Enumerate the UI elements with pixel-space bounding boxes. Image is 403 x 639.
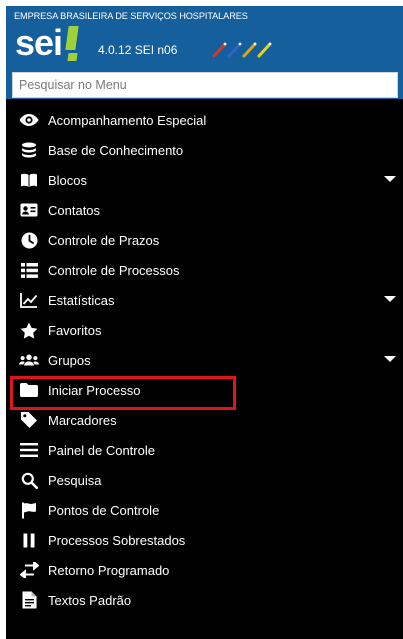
book-icon — [19, 171, 39, 189]
menu-item-label: Processos Sobrestados — [48, 532, 186, 548]
menu-item-label: Painel de Controle — [48, 442, 155, 458]
users-icon — [19, 351, 39, 369]
menu-item-pesquisa[interactable]: Pesquisa — [6, 465, 403, 495]
menu-item-label: Pontos de Controle — [48, 502, 160, 518]
menu-item-estatisticas[interactable]: Estatísticas — [6, 285, 403, 315]
menu-item-controle-de-processos[interactable]: Controle de Processos — [6, 255, 403, 285]
menu-item-favoritos[interactable]: Favoritos — [6, 315, 403, 345]
menu-item-label: Favoritos — [48, 322, 102, 338]
contact-card-icon — [19, 201, 39, 219]
menu-item-label: Base de Conhecimento — [48, 142, 184, 158]
menu-item-acompanhamento-especial[interactable]: Acompanhamento Especial — [6, 105, 403, 135]
menu-item-label: Pesquisa — [48, 472, 102, 488]
menu-item-painel-de-controle[interactable]: Painel de Controle — [6, 435, 403, 465]
menu-item-processos-sobrestados[interactable]: Processos Sobrestados — [6, 525, 403, 555]
folder-icon — [19, 381, 39, 399]
menu-item-marcadores[interactable]: Marcadores — [6, 405, 403, 435]
menu-item-contatos[interactable]: Contatos — [6, 195, 403, 225]
sidebar-panel: EMPRESA BRASILEIRA DE SERVIÇOS HOSPITALA… — [6, 6, 403, 639]
menu-item-label: Iniciar Processo — [48, 382, 141, 398]
menu-item-label: Controle de Prazos — [48, 232, 160, 248]
sidebar-menu: Acompanhamento Especial Base de Conhecim… — [6, 99, 403, 639]
menu-bars-icon — [19, 441, 39, 459]
organization-name: EMPRESA BRASILEIRA DE SERVIÇOS HOSPITALA… — [14, 11, 248, 21]
menu-item-label: Marcadores — [48, 412, 117, 428]
menu-item-label: Estatísticas — [48, 292, 115, 308]
menu-item-grupos[interactable]: Grupos — [6, 345, 403, 375]
menu-item-controle-de-prazos[interactable]: Controle de Prazos — [6, 225, 403, 255]
menu-item-label: Textos Padrão — [48, 592, 132, 608]
menu-item-pontos-de-controle[interactable]: Pontos de Controle — [6, 495, 403, 525]
header: EMPRESA BRASILEIRA DE SERVIÇOS HOSPITALA… — [6, 6, 403, 70]
line-chart-icon — [19, 291, 39, 309]
chevron-down-icon[interactable] — [384, 176, 396, 182]
logo-exclamation-dot — [67, 53, 78, 61]
menu-item-textos-padrao[interactable]: Textos Padrão — [6, 585, 403, 615]
database-icon — [19, 141, 39, 159]
menu-search-box[interactable] — [12, 72, 398, 98]
flag-icon — [19, 501, 39, 519]
menu-item-label: Controle de Processos — [48, 262, 180, 278]
document-icon — [19, 591, 39, 609]
pause-icon — [19, 531, 39, 549]
star-icon — [19, 321, 39, 339]
search-icon — [19, 471, 39, 489]
logo-exclamation-bar — [65, 26, 79, 50]
menu-item-blocos[interactable]: Blocos — [6, 165, 403, 195]
menu-item-label: Acompanhamento Especial — [48, 112, 207, 128]
menu-item-label: Blocos — [48, 172, 88, 188]
chevron-down-icon[interactable] — [384, 296, 396, 302]
menu-search-input[interactable] — [13, 73, 397, 97]
clock-icon — [19, 231, 39, 249]
eye-icon — [19, 111, 39, 129]
chevron-down-icon[interactable] — [384, 356, 396, 362]
menu-item-retorno-programado[interactable]: Retorno Programado — [6, 555, 403, 585]
version-label: 4.0.12 SEI n06 — [98, 43, 178, 57]
menu-item-label: Retorno Programado — [48, 562, 170, 578]
menu-item-base-de-conhecimento[interactable]: Base de Conhecimento — [6, 135, 403, 165]
list-icon — [19, 261, 39, 279]
sei-logo[interactable]: sei — [15, 22, 79, 63]
menu-item-label: Contatos — [48, 202, 101, 218]
tag-icon — [19, 411, 39, 429]
environment-pencils-icon — [211, 40, 281, 58]
logo-text: sei — [15, 22, 63, 63]
exchange-icon — [19, 561, 39, 579]
menu-item-label: Grupos — [48, 352, 91, 368]
menu-item-iniciar-processo[interactable]: Iniciar Processo — [6, 375, 403, 405]
